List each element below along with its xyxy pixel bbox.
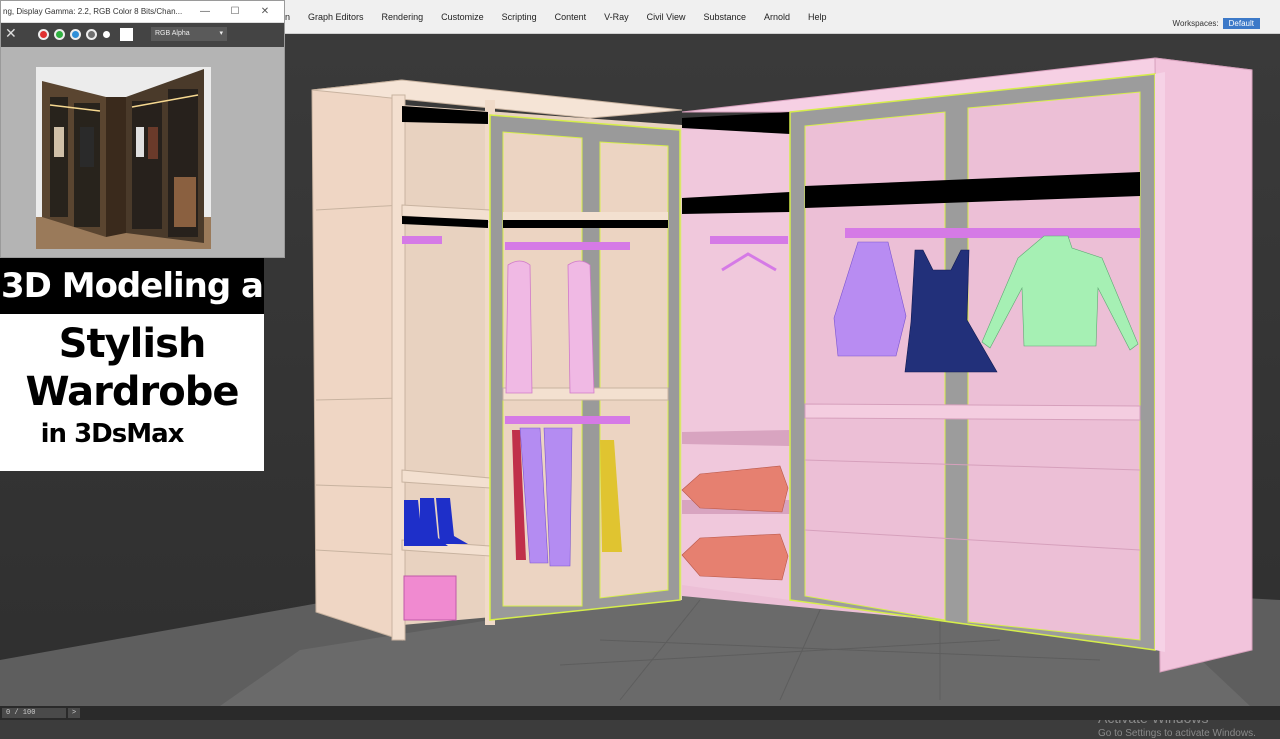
mono-toggle[interactable] [103, 31, 110, 38]
menu-item-rendering[interactable]: Rendering [382, 12, 424, 22]
frame-window-toolbar: ✕ RGB Alpha ▾ [1, 23, 284, 47]
main-menu: n Graph Editors Rendering Customize Scri… [285, 0, 845, 34]
title-line-3: Wardrobe [25, 369, 239, 415]
red-channel-toggle[interactable] [38, 29, 49, 40]
menu-item-substance[interactable]: Substance [704, 12, 747, 22]
menu-item-scripting[interactable]: Scripting [502, 12, 537, 22]
frame-canvas [1, 47, 284, 257]
rendered-frame-window[interactable]: ng, Display Gamma: 2.2, RGB Color 8 Bits… [0, 0, 285, 258]
close-icon[interactable]: ✕ [257, 4, 273, 20]
pink-box [403, 575, 457, 621]
green-channel-toggle[interactable] [54, 29, 65, 40]
maximize-icon[interactable]: ☐ [227, 4, 243, 20]
clear-icon[interactable]: ✕ [5, 25, 17, 42]
menu-item-arnold[interactable]: Arnold [764, 12, 790, 22]
left-cabinet-front-post [391, 94, 406, 641]
time-slider-bar: 0 / 100 > [0, 706, 1280, 720]
dress-left [505, 260, 533, 394]
workspaces-value[interactable]: Default [1222, 18, 1260, 29]
inner-rod-bottom [505, 416, 630, 424]
right-front-post [1155, 72, 1165, 652]
menu-item-truncated[interactable]: n [285, 12, 290, 22]
dress-right [567, 260, 595, 394]
frame-window-titlebar[interactable]: ng, Display Gamma: 2.2, RGB Color 8 Bits… [1, 1, 284, 23]
right-cabinet-side [1154, 57, 1253, 673]
channel-select-value: RGB Alpha [155, 30, 190, 37]
right-shelf-b [682, 430, 790, 446]
swatch-white[interactable] [120, 28, 133, 41]
title-line-4: in 3DsMax [40, 419, 185, 449]
inner-shelf-gap [503, 220, 668, 228]
menu-item-graph-editors[interactable]: Graph Editors [308, 12, 364, 22]
alpha-channel-toggle[interactable] [86, 29, 97, 40]
workspaces-label: Workspaces: [1172, 19, 1219, 28]
right-rod [845, 228, 1140, 238]
next-frame-button[interactable]: > [68, 708, 80, 718]
menu-item-civil-view[interactable]: Civil View [647, 12, 686, 22]
title-line-1: 3D Modeling a [0, 258, 264, 314]
right-drawer-band [804, 403, 1141, 421]
minimize-icon[interactable]: — [197, 4, 213, 20]
chevron-down-icon: ▾ [219, 30, 223, 37]
left-cabinet-side [311, 79, 403, 641]
blue-channel-toggle[interactable] [70, 29, 81, 40]
right-left-rod [710, 236, 788, 244]
workspaces-selector[interactable]: Workspaces: Default [1173, 18, 1260, 29]
watermark-subtitle: Go to Settings to activate Windows. [1098, 728, 1256, 739]
title-body: Stylish Wardrobe in 3DsMax [0, 314, 264, 471]
inner-rod-top [505, 242, 630, 250]
menu-item-help[interactable]: Help [808, 12, 827, 22]
render-thumbnail [36, 67, 211, 249]
menu-item-vray[interactable]: V-Ray [604, 12, 629, 22]
title-line-2: Stylish [58, 321, 207, 367]
pillow-2 [681, 533, 789, 581]
menu-item-content[interactable]: Content [555, 12, 587, 22]
menu-item-customize[interactable]: Customize [441, 12, 484, 22]
channel-select[interactable]: RGB Alpha ▾ [151, 27, 227, 41]
thumbnail-title-card: 3D Modeling a Stylish Wardrobe in 3DsMax [0, 258, 264, 471]
pants-group [512, 427, 622, 567]
left-rod [402, 236, 442, 244]
frame-counter[interactable]: 0 / 100 [2, 708, 66, 718]
frame-window-title: ng, Display Gamma: 2.2, RGB Color 8 Bits… [3, 7, 183, 16]
